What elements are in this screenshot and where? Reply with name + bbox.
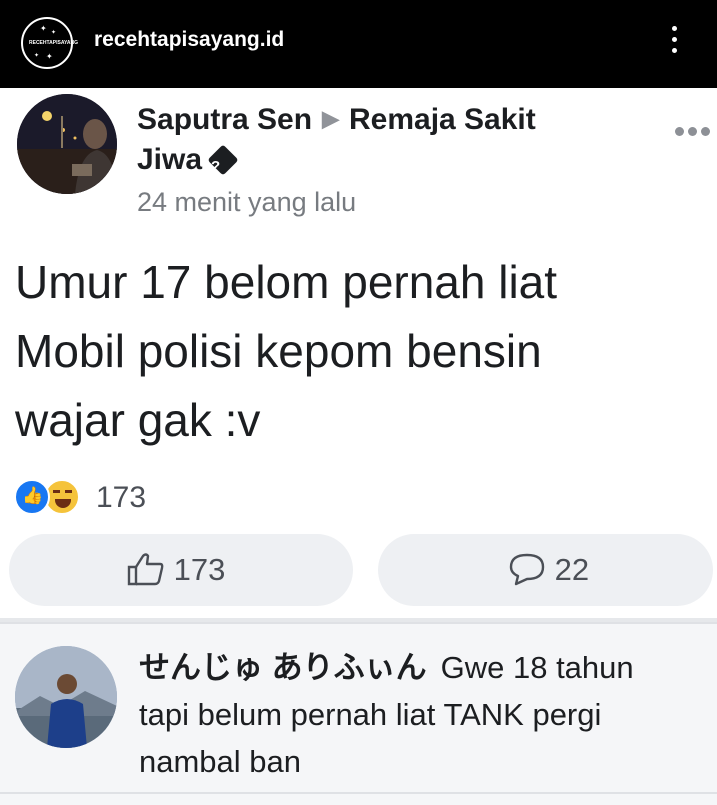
like-reaction-icon	[14, 479, 50, 515]
group-name-continued[interactable]: Jiwa	[137, 143, 202, 176]
comment-button[interactable]: 22	[378, 534, 713, 606]
comment: せんじゅ ありふぃん Gwe 18 tahun tapi belum pernah…	[0, 622, 717, 805]
star-icon: ✦	[34, 53, 40, 59]
comment-text: nambal ban	[139, 744, 302, 779]
privacy-icon	[207, 144, 239, 176]
reaction-count: 173	[96, 481, 147, 514]
commenter-name[interactable]: せんじゅ ありふぃん	[139, 650, 427, 685]
like-count: 173	[173, 552, 226, 587]
post-text-line: Umur 17 belom pernah liat	[15, 256, 558, 308]
post-header: Saputra Sen ▶ Remaja Sakit	[137, 99, 637, 140]
comment-bubble-icon	[509, 553, 545, 586]
account-username[interactable]: recehtapisayang.id	[94, 28, 284, 52]
more-options-icon[interactable]	[664, 26, 684, 60]
comment-body: せんじゅ ありふぃん Gwe 18 tahun tapi belum pernah…	[139, 644, 709, 785]
commenter-avatar[interactable]	[15, 646, 117, 748]
account-avatar[interactable]: ✦ ✦ RECEHTAPISAYANG ✦ ✦	[21, 17, 78, 69]
thumbs-up-icon	[127, 553, 164, 586]
group-name-continued-line: Jiwa	[137, 140, 239, 180]
divider	[0, 792, 717, 794]
author-avatar[interactable]	[17, 94, 117, 194]
post-more-icon[interactable]	[675, 123, 714, 136]
like-button[interactable]: 173	[9, 534, 353, 606]
logo-text: RECEHTAPISAYANG	[29, 40, 78, 46]
post-text-line: Mobil polisi kepom bensin	[15, 325, 542, 377]
star-icon: ✦	[46, 52, 53, 61]
post-text: Umur 17 belom pernah liat Mobil polisi k…	[15, 248, 695, 455]
post-text-line: wajar gak :v	[15, 394, 261, 446]
group-name[interactable]: Remaja Sakit	[349, 103, 536, 136]
comment-count: 22	[554, 552, 590, 587]
comment-text: Gwe 18 tahun	[440, 650, 634, 685]
instagram-header: ✦ ✦ RECEHTAPISAYANG ✦ ✦ recehtapisayang.…	[0, 0, 717, 88]
star-icon: ✦	[51, 30, 57, 36]
author-name[interactable]: Saputra Sen	[137, 103, 312, 136]
post-timestamp[interactable]: 24 menit yang lalu	[137, 187, 356, 218]
comment-text: tapi belum pernah liat TANK pergi	[139, 697, 602, 732]
star-icon: ✦	[40, 24, 47, 33]
triangle-right-icon: ▶	[322, 106, 339, 131]
